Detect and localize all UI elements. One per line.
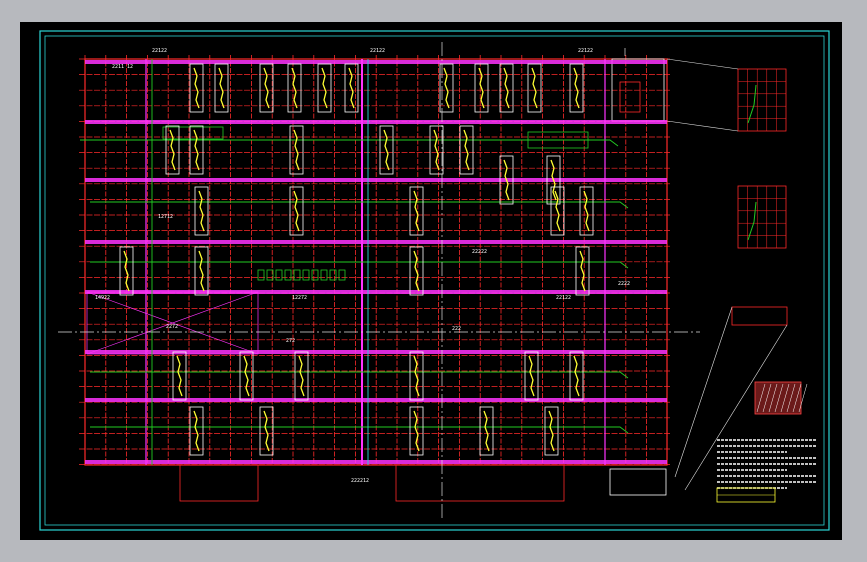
rebar-detail bbox=[463, 129, 470, 171]
top-core-inner bbox=[619, 81, 641, 113]
pipe-run bbox=[90, 371, 629, 379]
rebar-detail bbox=[583, 190, 590, 232]
rebar-detail bbox=[413, 410, 420, 452]
rebar-cell bbox=[338, 269, 346, 281]
rebar-detail bbox=[413, 190, 420, 232]
beam-band bbox=[85, 240, 667, 244]
bottom-dim: 222212 bbox=[351, 478, 369, 484]
rebar-detail bbox=[548, 410, 555, 452]
band-dim-left: 14922 bbox=[95, 295, 110, 301]
rebar-detail bbox=[293, 129, 300, 171]
rebar-detail bbox=[573, 355, 580, 397]
rebar-cell bbox=[320, 269, 328, 281]
rebar-cell bbox=[311, 269, 319, 281]
beam-band bbox=[85, 178, 667, 182]
rebar-detail bbox=[413, 355, 420, 397]
beam-band bbox=[85, 460, 667, 464]
rebar-detail bbox=[443, 67, 450, 109]
beam-band bbox=[85, 120, 667, 124]
rebar-detail bbox=[483, 410, 490, 452]
band-dim-far: 2222 bbox=[618, 281, 630, 287]
rebar-cell bbox=[284, 269, 292, 281]
mid-label-c: 222 bbox=[452, 326, 461, 332]
inner-frame bbox=[44, 35, 825, 526]
rebar-cell bbox=[275, 269, 283, 281]
rebar-detail bbox=[193, 67, 200, 109]
corner-core bbox=[609, 468, 667, 496]
rebar-detail bbox=[478, 67, 485, 109]
rebar-cell bbox=[302, 269, 310, 281]
row-label-b: 22222 bbox=[472, 249, 487, 255]
rebar-detail bbox=[348, 67, 355, 109]
detail-views bbox=[666, 58, 808, 491]
detail-stem bbox=[747, 84, 757, 124]
rebar-detail bbox=[531, 67, 538, 109]
rebar-cell bbox=[329, 269, 337, 281]
leader-line bbox=[666, 58, 739, 70]
rebar-detail bbox=[573, 67, 580, 109]
rebar-detail bbox=[193, 129, 200, 171]
band-dim-mid: 12272 bbox=[292, 295, 307, 301]
stair-bay-left bbox=[179, 464, 259, 502]
rebar-detail bbox=[263, 410, 270, 452]
rebar-detail bbox=[169, 129, 176, 171]
rebar-cell bbox=[293, 269, 301, 281]
rebar-detail bbox=[176, 355, 183, 397]
detail-frame bbox=[737, 68, 787, 132]
top-dim-right: 22122 bbox=[578, 48, 593, 54]
top-dim-left: 22122 bbox=[152, 48, 167, 54]
top-dim-mid: 22122 bbox=[370, 48, 385, 54]
rebar-detail bbox=[528, 355, 535, 397]
rebar-detail bbox=[198, 190, 205, 232]
rebar-detail bbox=[293, 190, 300, 232]
mid-label-b: 272 bbox=[286, 338, 295, 344]
band-dim-right: 22122 bbox=[556, 295, 571, 301]
rebar-detail bbox=[413, 250, 420, 292]
rebar-detail bbox=[554, 190, 561, 232]
rebar-detail bbox=[193, 410, 200, 452]
room-code: 2211 12 bbox=[112, 64, 133, 70]
rebar-cell bbox=[257, 269, 265, 281]
detail-frame bbox=[737, 185, 787, 249]
rebar-detail bbox=[383, 129, 390, 171]
rebar-detail bbox=[123, 250, 130, 292]
leader-line bbox=[666, 120, 739, 132]
notes-block bbox=[716, 439, 817, 503]
rebar-detail bbox=[198, 250, 205, 292]
detail-section bbox=[731, 306, 788, 326]
mid-label-a: 2272 bbox=[166, 324, 178, 330]
rebar-detail bbox=[243, 355, 250, 397]
rebar-detail bbox=[218, 67, 225, 109]
structural-floor-plan: 22122 22122 22122 2211 12 14922 12272 22… bbox=[39, 30, 830, 531]
rebar-detail bbox=[298, 355, 305, 397]
pipe-lines bbox=[80, 59, 629, 465]
detail-stem bbox=[747, 201, 757, 241]
row-label-a: 12712 bbox=[158, 214, 173, 220]
beam-band bbox=[85, 290, 667, 294]
pipe-run bbox=[80, 139, 619, 147]
centerlines bbox=[58, 42, 700, 520]
cad-drawing-sheet[interactable]: 22122 22122 22122 2211 12 14922 12272 22… bbox=[20, 22, 842, 540]
rebar-detail bbox=[321, 67, 328, 109]
pipe-run bbox=[90, 261, 629, 269]
pipe-run bbox=[90, 426, 629, 434]
rebar-detail bbox=[263, 67, 270, 109]
stair-bay-right bbox=[395, 464, 565, 502]
beam-band bbox=[85, 60, 667, 64]
rebar-detail bbox=[503, 67, 510, 109]
